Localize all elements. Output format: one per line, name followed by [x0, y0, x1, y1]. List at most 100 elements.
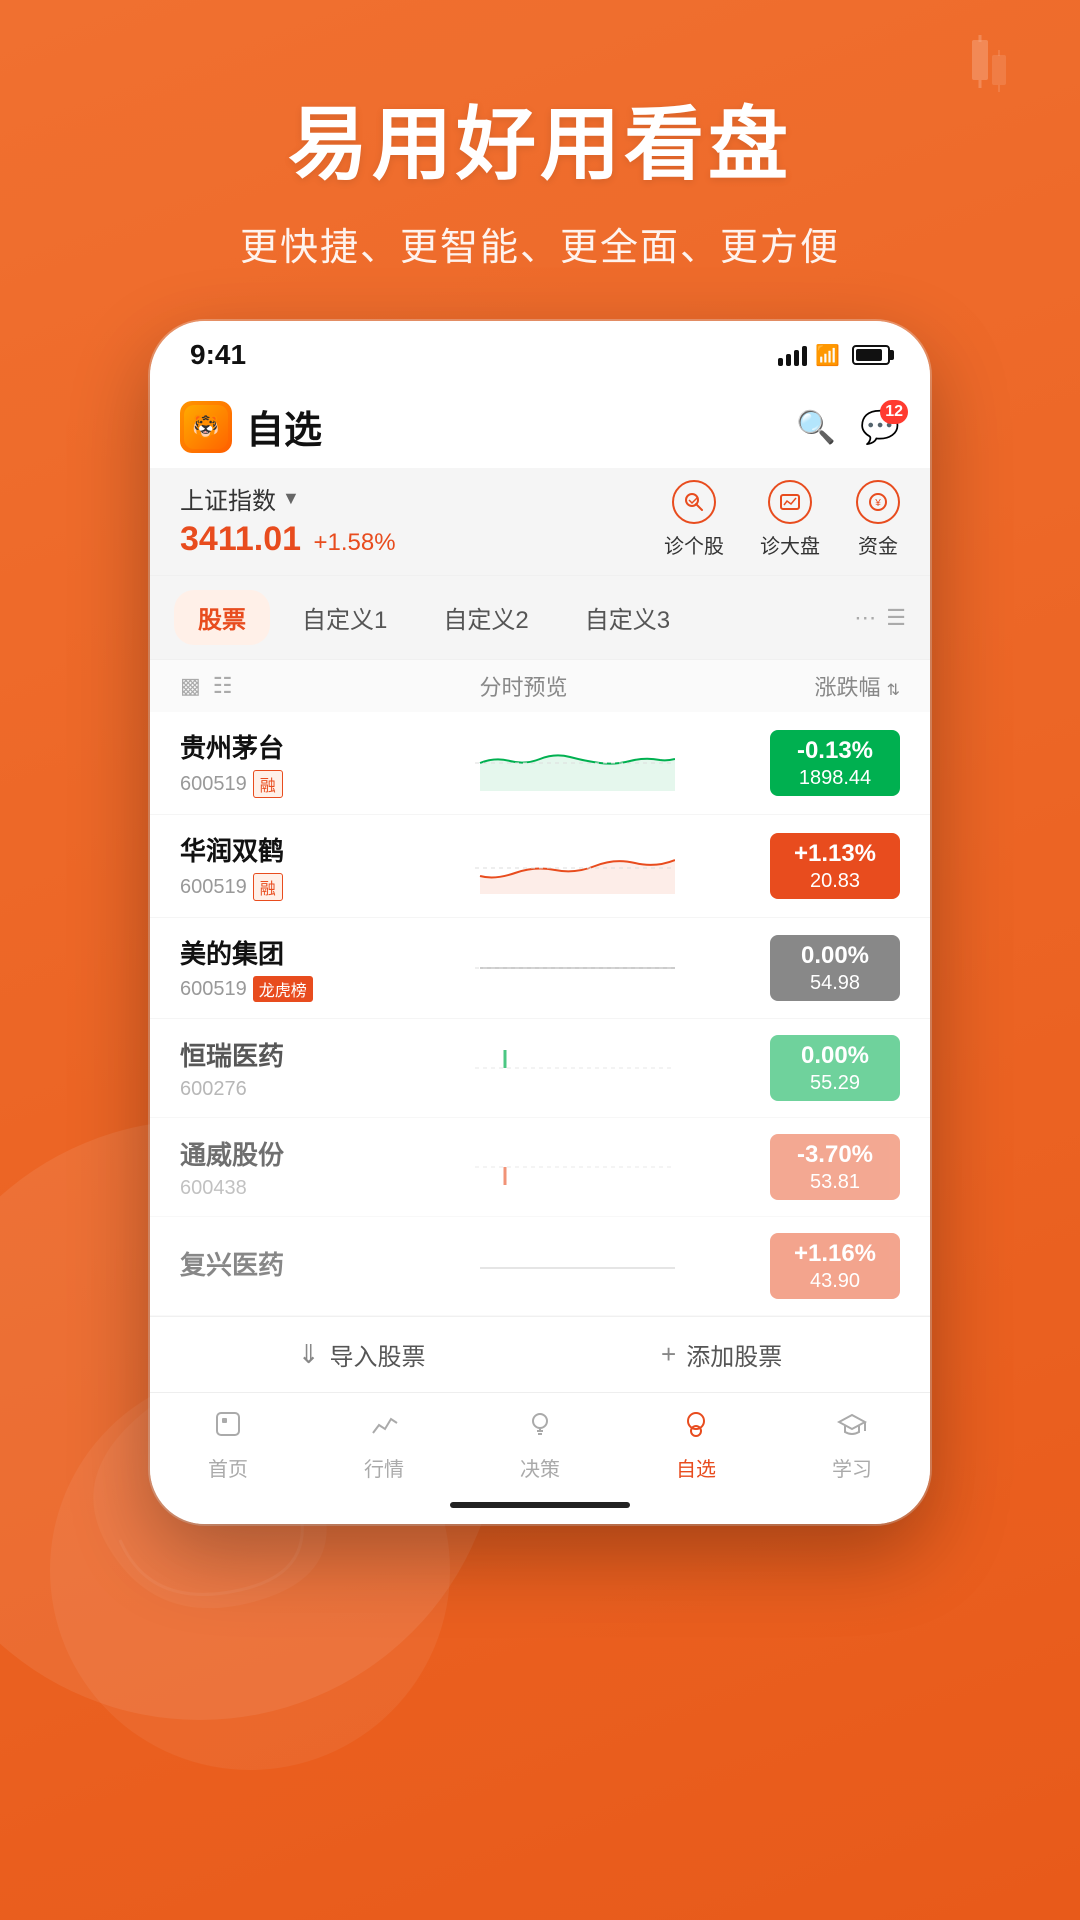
preview-label: 分时预览	[233, 670, 815, 702]
home-icon	[213, 1409, 243, 1447]
zhengu-label: 诊个股	[664, 530, 724, 559]
list-header-view-icons: ▩ ☷	[180, 673, 233, 699]
stock-name-5: 复兴医药	[180, 1245, 380, 1282]
stock-change-btn-1: +1.13% 20.83	[770, 833, 900, 899]
stock-price-4: 53.81	[810, 1171, 860, 1194]
stock-item-1[interactable]: 华润双鹤 600519 融 +1.13% 20.83	[150, 815, 930, 918]
cap-icon	[837, 1409, 867, 1447]
bottom-actions: ⇓ 导入股票 + 添加股票	[150, 1316, 930, 1392]
status-time: 9:41	[190, 339, 246, 371]
nav-home-label: 首页	[208, 1453, 248, 1482]
tab-stocks[interactable]: 股票	[174, 590, 270, 645]
status-bar: 9:41 📶	[150, 321, 930, 381]
grid-view-icon[interactable]: ☷	[213, 673, 233, 699]
stock-price-5: 43.90	[810, 1270, 860, 1293]
svg-text:¥: ¥	[874, 498, 881, 509]
stock-tag-rong-1: 融	[253, 873, 283, 901]
index-actions: 诊个股 诊大盘 ¥	[664, 480, 900, 559]
sort-icon: ⇅	[887, 682, 900, 699]
stock-item-4[interactable]: 通威股份 600438 -3.70% 53.81	[150, 1118, 930, 1217]
stock-chart-3	[380, 1038, 770, 1098]
zhendapan-label: 诊大盘	[760, 530, 820, 559]
stock-item-3[interactable]: 恒瑞医药 600276 0.00% 55.29	[150, 1019, 930, 1118]
stock-pct-4: -3.70%	[797, 1141, 873, 1169]
stock-change-btn-0: -0.13% 1898.44	[770, 730, 900, 796]
nav-watchlist[interactable]: 自选	[618, 1409, 774, 1482]
tabs-row: 股票 自定义1 自定义2 自定义3 ⋯ ☰	[150, 576, 930, 660]
stock-price-2: 54.98	[810, 972, 860, 995]
star-icon	[681, 1409, 711, 1447]
change-label: 涨跌幅 ⇅	[814, 670, 900, 702]
tab-more-dots-icon: ⋯	[854, 605, 876, 631]
stock-price-0: 1898.44	[799, 767, 871, 790]
index-info: 上证指数 ▼ 3411.01 +1.58%	[180, 481, 396, 559]
home-indicator	[450, 1502, 630, 1508]
tab-custom1[interactable]: 自定义1	[278, 590, 411, 645]
index-value-row: 3411.01 +1.58%	[180, 520, 396, 559]
message-button[interactable]: 💬 12	[860, 408, 900, 446]
stock-change-btn-4: -3.70% 53.81	[770, 1134, 900, 1200]
stock-name-4: 通威股份	[180, 1135, 380, 1172]
stock-change-btn-2: 0.00% 54.98	[770, 935, 900, 1001]
stock-item-5[interactable]: 复兴医药 +1.16% 43.90	[150, 1217, 930, 1316]
stock-name-3: 恒瑞医药	[180, 1036, 380, 1073]
index-name-row[interactable]: 上证指数 ▼	[180, 481, 396, 516]
dropdown-arrow-icon: ▼	[282, 488, 300, 509]
import-icon: ⇓	[298, 1339, 320, 1370]
list-view-icon[interactable]: ▩	[180, 673, 201, 699]
stock-tag-rong-0: 融	[253, 770, 283, 798]
index-bar: 上证指数 ▼ 3411.01 +1.58%	[150, 468, 930, 576]
nav-decision-label: 决策	[520, 1453, 560, 1482]
stock-change-btn-3: 0.00% 55.29	[770, 1035, 900, 1101]
battery-icon	[852, 345, 890, 365]
nav-home[interactable]: 首页	[150, 1409, 306, 1482]
main-title: 易用好用看盘	[0, 80, 1080, 196]
tab-custom2[interactable]: 自定义2	[419, 590, 552, 645]
import-stocks-btn[interactable]: ⇓ 导入股票	[298, 1337, 426, 1372]
nav-decision[interactable]: 决策	[462, 1409, 618, 1482]
index-name-text: 上证指数	[180, 481, 276, 516]
action-zijin[interactable]: ¥ 资金	[856, 480, 900, 559]
stock-pct-5: +1.16%	[794, 1240, 876, 1268]
status-icons: 📶	[778, 343, 890, 368]
nav-learn-label: 学习	[832, 1453, 872, 1482]
nav-market[interactable]: 行情	[306, 1409, 462, 1482]
stock-info-5: 复兴医药	[180, 1245, 380, 1287]
header-right: 🔍 💬 12	[796, 408, 900, 446]
tab-more[interactable]: ⋯ ☰	[854, 605, 906, 631]
stock-info-3: 恒瑞医药 600276	[180, 1036, 380, 1101]
stock-name-1: 华润双鹤	[180, 831, 380, 868]
bulb-icon	[525, 1409, 555, 1447]
stock-chart-2	[380, 938, 770, 998]
home-bar	[150, 1492, 930, 1524]
header-left: 🐯 自选	[180, 399, 322, 454]
stock-code-0: 600519 融	[180, 770, 380, 798]
logo-inner: 🐯	[184, 405, 228, 449]
stock-chart-4	[380, 1137, 770, 1197]
search-icon[interactable]: 🔍	[796, 408, 836, 446]
app-logo: 🐯	[180, 401, 232, 453]
sub-title: 更快捷、更智能、更全面、更方便	[0, 216, 1080, 271]
add-label: 添加股票	[686, 1337, 782, 1372]
zijin-label: 资金	[858, 530, 898, 559]
stock-list: 贵州茅台 600519 融 -0.13% 1898.44	[150, 712, 930, 1316]
action-zhendapan[interactable]: 诊大盘	[760, 480, 820, 559]
signal-icon	[778, 344, 807, 366]
zijin-icon: ¥	[856, 480, 900, 524]
app-header: 🐯 自选 🔍 💬 12	[150, 381, 930, 468]
bottom-nav: 首页 行情 决策	[150, 1392, 930, 1492]
stock-pct-0: -0.13%	[797, 737, 873, 765]
stock-item-0[interactable]: 贵州茅台 600519 融 -0.13% 1898.44	[150, 712, 930, 815]
app-title: 自选	[246, 399, 322, 454]
stock-pct-2: 0.00%	[801, 942, 869, 970]
message-badge: 12	[880, 400, 908, 424]
tab-custom3[interactable]: 自定义3	[561, 590, 694, 645]
import-label: 导入股票	[330, 1337, 426, 1372]
stock-info-4: 通威股份 600438	[180, 1135, 380, 1200]
stock-item-2[interactable]: 美的集团 600519 龙虎榜 0.00% 54.98	[150, 918, 930, 1019]
stock-pct-1: +1.13%	[794, 840, 876, 868]
add-stocks-btn[interactable]: + 添加股票	[661, 1337, 782, 1372]
nav-learn[interactable]: 学习	[774, 1409, 930, 1482]
action-zhengu[interactable]: 诊个股	[664, 480, 724, 559]
stock-name-0: 贵州茅台	[180, 728, 380, 765]
